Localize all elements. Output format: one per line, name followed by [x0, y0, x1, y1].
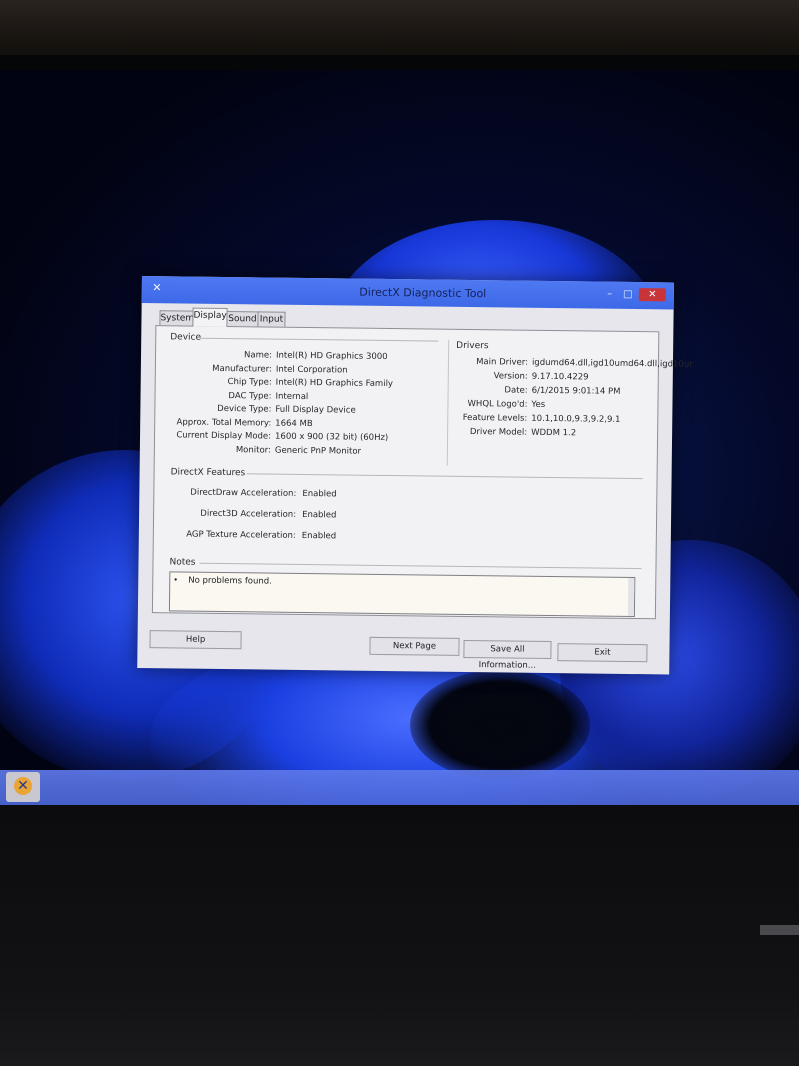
device-key: Name: [244, 350, 273, 361]
device-key: Chip Type: [227, 377, 272, 388]
driver-value: 6/1/2015 9:01:14 PM [531, 385, 621, 397]
notes-heading: Notes [169, 557, 196, 568]
monitor-chin [0, 805, 799, 1066]
driver-key: WHQL Logo'd: [467, 398, 528, 410]
device-row: Approx. Total Memory: 1664 MB [167, 416, 313, 430]
tab-sound[interactable]: Sound [226, 311, 259, 328]
device-heading: Device [170, 332, 202, 343]
driver-key: Driver Model: [469, 427, 528, 438]
notes-bullet: • [173, 575, 179, 585]
device-value: 1664 MB [275, 418, 313, 429]
driver-value: igdumd64.dll,igd10umd64.dll,igd10ur [531, 357, 693, 370]
group-divider [199, 562, 642, 570]
device-value: Generic PnP Monitor [274, 445, 362, 457]
notes-scrollbar[interactable] [627, 577, 635, 617]
tab-input[interactable]: Input [257, 311, 286, 328]
column-divider [446, 339, 450, 466]
minimize-button[interactable]: – [602, 288, 618, 301]
device-row: DAC Type: Internal [167, 389, 308, 403]
device-key: DAC Type: [228, 390, 272, 402]
driver-row: Version: 9.17.10.4229 [456, 370, 589, 384]
feature-row: AGP Texture Acceleration: Enabled [168, 528, 336, 543]
group-divider [246, 473, 643, 480]
driver-row: Driver Model: WDDM 1.2 [455, 426, 576, 440]
save-all-information-button[interactable]: Save All Information... [463, 639, 552, 671]
wallpaper-shadow [410, 670, 590, 780]
device-value: Full Display Device [275, 404, 356, 416]
feature-key: DirectDraw Acceleration: [190, 487, 297, 499]
driver-value: 9.17.10.4229 [531, 371, 589, 383]
device-row: Device Type: Full Display Device [167, 402, 356, 416]
device-key: Manufacturer: [212, 363, 272, 375]
device-section: Name: Intel(R) HD Graphics 3000 Manufactu… [167, 348, 448, 461]
device-row: Current Display Mode: 1600 x 900 (32 bit)… [167, 429, 388, 443]
driver-key: Date: [504, 385, 528, 396]
driver-value: WDDM 1.2 [531, 427, 577, 439]
exit-button[interactable]: Exit [557, 643, 648, 663]
device-key: Current Display Mode: [176, 430, 272, 442]
driver-key: Version: [493, 371, 528, 382]
feature-value: Enabled [301, 530, 337, 542]
device-value: Internal [275, 391, 309, 402]
device-key: Approx. Total Memory: [176, 416, 272, 429]
drivers-section: Main Driver: igdumd64.dll,igd10umd64.dll,… [455, 356, 693, 448]
app-icon: ✕ [152, 281, 162, 295]
device-value: Intel Corporation [275, 364, 348, 376]
directx-features-section: DirectDraw Acceleration: Enabled Direct3D… [168, 486, 469, 550]
driver-row: Feature Levels: 10.1,10.0,9.3,9.2,9.1 [455, 412, 621, 426]
window-title: DirectX Diagnostic Tool [359, 285, 487, 301]
driver-value: 10.1,10.0,9.3,9.2,9.1 [531, 413, 621, 425]
drivers-heading: Drivers [456, 340, 489, 352]
taskbar [0, 770, 799, 806]
feature-row: DirectDraw Acceleration: Enabled [168, 486, 337, 501]
driver-key: Main Driver: [476, 357, 529, 368]
device-row: Monitor: Generic PnP Monitor [167, 443, 361, 457]
feature-row: Direct3D Acceleration: Enabled [168, 507, 336, 522]
notes-item: No problems found. [188, 575, 272, 587]
feature-key: AGP Texture Acceleration: [186, 529, 296, 541]
driver-row: Date: 6/1/2015 9:01:14 PM [456, 384, 620, 398]
close-button[interactable]: ✕ [638, 288, 666, 302]
directx-features-heading: DirectX Features [170, 467, 246, 479]
tab-display[interactable]: Display [192, 307, 228, 328]
device-key: Device Type: [217, 403, 272, 415]
notes-box[interactable]: • No problems found. [168, 571, 636, 618]
dxdiag-window: ✕ DirectX Diagnostic Tool – □ ✕ System D… [137, 276, 693, 675]
driver-value: Yes [531, 399, 546, 410]
driver-key: Feature Levels: [462, 412, 528, 424]
feature-value: Enabled [302, 509, 337, 521]
feature-key: Direct3D Acceleration: [200, 508, 297, 520]
feature-value: Enabled [302, 488, 337, 500]
laptop-edge [760, 925, 799, 935]
help-button[interactable]: Help [149, 630, 242, 650]
start-button[interactable]: ✕ [6, 772, 40, 802]
driver-row: Main Driver: igdumd64.dll,igd10umd64.dll,… [456, 356, 693, 370]
device-row: Name: Intel(R) HD Graphics 3000 [168, 348, 388, 362]
device-row: Chip Type: Intel(R) HD Graphics Family [168, 375, 393, 389]
device-value: Intel(R) HD Graphics Family [275, 377, 394, 390]
display-tab-panel: Device Name: Intel(R) HD Graphics 3000 Ma… [151, 325, 693, 620]
device-value: Intel(R) HD Graphics 3000 [275, 350, 388, 363]
device-value: 1600 x 900 (32 bit) (60Hz) [274, 431, 389, 444]
tab-system[interactable]: System [159, 310, 194, 327]
title-bar[interactable]: ✕ DirectX Diagnostic Tool – □ ✕ [141, 276, 674, 310]
driver-row: WHQL Logo'd: Yes [455, 398, 545, 412]
next-page-button[interactable]: Next Page [369, 636, 460, 656]
device-key: Monitor: [235, 444, 271, 456]
start-icon: ✕ [14, 777, 32, 795]
group-divider [200, 337, 439, 342]
device-row: Manufacturer: Intel Corporation [168, 362, 348, 376]
maximize-button[interactable]: □ [620, 288, 636, 301]
